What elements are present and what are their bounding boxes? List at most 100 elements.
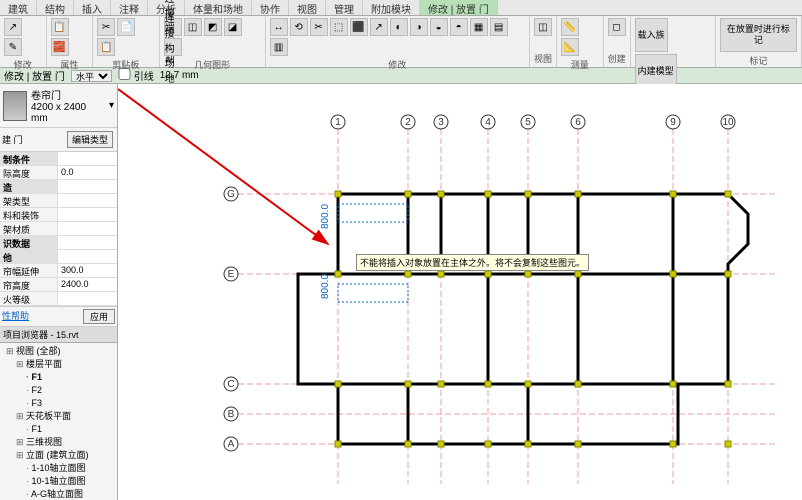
ribbon-icon[interactable]: 📋 xyxy=(97,38,115,56)
leader-checkbox-label: 引线 xyxy=(118,68,154,83)
ribbon-icon[interactable]: ✂ xyxy=(97,18,115,36)
properties-help-link[interactable]: 性帮助 xyxy=(2,309,29,324)
ribbon-button[interactable]: 内建模型 xyxy=(635,54,677,88)
ribbon-tabs: 建筑结构插入注释分析体量和场地协作视图管理附加模块修改 | 放置 门 xyxy=(0,0,802,16)
ribbon-group-label: 创建 xyxy=(608,52,626,65)
tab-0[interactable]: 建筑 xyxy=(0,0,37,15)
tree-node[interactable]: 三维视图 xyxy=(2,436,115,449)
prop-value[interactable] xyxy=(58,222,117,235)
properties-table: 制条件际高度0.0造架类型料和装饰架材质识数据他帘幅延伸300.0帘高度2400… xyxy=(0,152,117,306)
prop-value[interactable]: 2400.0 xyxy=(58,278,117,291)
ribbon-icon[interactable]: ⬚ xyxy=(330,18,348,36)
ribbon-icon[interactable]: ◩ xyxy=(204,18,222,36)
ribbon-group: 📏📐测量 xyxy=(557,16,604,67)
tree-node[interactable]: 立面 (建筑立面) xyxy=(2,449,115,462)
edit-type-button[interactable]: 编辑类型 xyxy=(67,131,113,148)
prop-value[interactable] xyxy=(58,194,117,207)
ribbon-icon[interactable]: ◒ xyxy=(430,18,448,36)
tab-3[interactable]: 注释 xyxy=(111,0,148,15)
prop-value[interactable]: 300.0 xyxy=(58,264,117,277)
ribbon-group: ✂📄📋剪贴板 xyxy=(93,16,159,67)
type-name: 4200 x 2400 mm xyxy=(31,102,105,124)
tab-1[interactable]: 结构 xyxy=(37,0,74,15)
ribbon-button[interactable]: 在放置时进行标记 xyxy=(720,18,797,52)
drawing-canvas[interactable]: 123456910GECBA 800.0800 xyxy=(118,84,802,500)
tree-node[interactable]: 视图 (全部) xyxy=(2,345,115,358)
tree-node[interactable]: 10-1轴立面图 xyxy=(2,475,115,488)
tab-8[interactable]: 管理 xyxy=(326,0,363,15)
ribbon-group: ◫ 视图 xyxy=(530,16,557,67)
ribbon-group: ↔⟲✂⬚⬛↗◐◑◒◓▦▤▥修改 xyxy=(266,16,530,67)
svg-text:10: 10 xyxy=(722,117,734,128)
project-browser-tree[interactable]: 视图 (全部)楼层平面F1F2F3天花板平面F1三维视图立面 (建筑立面)1-1… xyxy=(0,343,117,500)
direction-select[interactable]: 水平 xyxy=(71,70,112,82)
ribbon-icon[interactable]: ✎ xyxy=(4,38,22,56)
door-thumb-icon xyxy=(3,91,27,121)
ribbon-icon[interactable]: ⟲ xyxy=(290,18,308,36)
tree-node[interactable]: 1-10轴立面图 xyxy=(2,462,115,475)
svg-text:800.0: 800.0 xyxy=(320,274,331,299)
tab-2[interactable]: 插入 xyxy=(74,0,111,15)
ribbon-icon[interactable]: 📏 xyxy=(561,18,579,36)
ribbon-icon[interactable]: 📋 xyxy=(51,18,69,36)
ribbon-icon[interactable]: ✂ xyxy=(310,18,328,36)
type-selector[interactable]: 卷帘门 4200 x 2400 mm ▾ xyxy=(0,84,117,128)
svg-text:B: B xyxy=(228,409,235,420)
svg-text:9: 9 xyxy=(670,117,676,128)
apply-button[interactable]: 应用 xyxy=(83,309,115,324)
tree-node[interactable]: 天花板平面 xyxy=(2,410,115,423)
tab-7[interactable]: 视图 xyxy=(289,0,326,15)
ribbon-icon[interactable]: 📄 xyxy=(117,18,135,36)
leader-checkbox[interactable] xyxy=(118,68,131,80)
ribbon-icon[interactable]: ⬛ xyxy=(350,18,368,36)
ribbon-button[interactable]: 载入族 xyxy=(635,18,668,52)
tree-node[interactable]: F1 xyxy=(2,423,115,436)
ribbon-icon[interactable]: ◐ xyxy=(390,18,408,36)
ribbon-group: 📋🧱属性 xyxy=(47,16,94,67)
ribbon-group-label: 视图 xyxy=(534,52,552,65)
family-name: 卷帘门 xyxy=(31,87,105,102)
prop-key: 架材质 xyxy=(0,222,58,235)
svg-text:2: 2 xyxy=(405,117,411,128)
ribbon-icon[interactable]: ◫ xyxy=(534,18,552,36)
prop-key: 架类型 xyxy=(0,194,58,207)
svg-text:6: 6 xyxy=(575,117,581,128)
ribbon-icon[interactable]: ▦ xyxy=(470,18,488,36)
tab-10[interactable]: 修改 | 放置 门 xyxy=(420,0,498,15)
tree-node[interactable]: F2 xyxy=(2,384,115,397)
project-browser-title: 项目浏览器 - 15.rvt xyxy=(0,327,117,343)
ribbon-icon[interactable]: ▤ xyxy=(490,18,508,36)
ribbon-group-label: 标记 xyxy=(720,54,797,67)
ribbon-body: ↗✎修改📋🧱属性✂📄📋剪贴板连接端切割◫◩◪连接构场地几何图形↔⟲✂⬚⬛↗◐◑◒… xyxy=(0,16,802,68)
ribbon-icon[interactable]: 🧱 xyxy=(51,38,69,56)
tab-6[interactable]: 协作 xyxy=(252,0,289,15)
prop-key: 料和装饰 xyxy=(0,208,58,221)
prop-value[interactable] xyxy=(58,208,117,221)
svg-text:E: E xyxy=(228,269,235,280)
chevron-down-icon[interactable]: ▾ xyxy=(109,100,114,111)
ribbon-icon[interactable]: ◫ xyxy=(184,18,202,36)
tree-node[interactable]: A-G轴立面图 xyxy=(2,488,115,500)
ribbon-icon[interactable]: ◓ xyxy=(450,18,468,36)
ribbon-icon[interactable]: ◻ xyxy=(608,18,626,36)
svg-text:G: G xyxy=(227,189,235,200)
tree-node[interactable]: F3 xyxy=(2,397,115,410)
ribbon-icon[interactable]: ◑ xyxy=(410,18,428,36)
ribbon-icon[interactable]: 连接构场地 xyxy=(164,38,182,56)
ribbon-icon[interactable]: ▥ xyxy=(270,38,288,56)
ribbon-group: ↗✎修改 xyxy=(0,16,47,67)
ribbon-icon[interactable]: ↗ xyxy=(370,18,388,36)
prop-group-label: 识数据 xyxy=(0,236,58,249)
tab-5[interactable]: 体量和场地 xyxy=(185,0,252,15)
ribbon-icon[interactable]: ↗ xyxy=(4,18,22,36)
ribbon-icon[interactable]: ◪ xyxy=(224,18,242,36)
svg-text:C: C xyxy=(227,379,234,390)
tree-node[interactable]: 楼层平面 xyxy=(2,358,115,371)
prop-value[interactable]: 0.0 xyxy=(58,166,117,179)
prop-value[interactable] xyxy=(58,292,117,305)
tree-node[interactable]: F1 xyxy=(2,371,115,384)
tab-9[interactable]: 附加模块 xyxy=(363,0,420,15)
ribbon-icon[interactable]: ↔ xyxy=(270,18,288,36)
ribbon-icon[interactable]: 📐 xyxy=(561,38,579,56)
opt-context-label: 修改 | 放置 门 xyxy=(4,68,65,83)
